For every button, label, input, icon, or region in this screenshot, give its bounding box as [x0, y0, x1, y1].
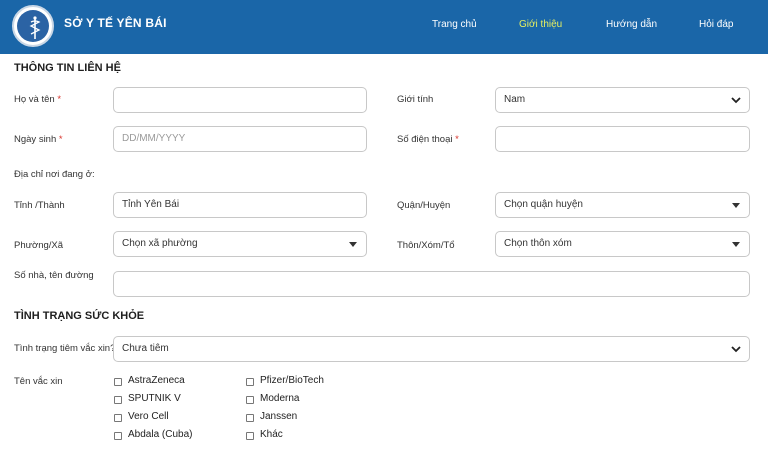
- caduceus-icon: [29, 16, 41, 39]
- caret-down-icon: [732, 242, 740, 247]
- phone-input[interactable]: [495, 126, 750, 152]
- vaccine-checkbox-other[interactable]: [246, 432, 254, 440]
- gender-select-value: Nam: [504, 94, 526, 105]
- vaccination-status-select[interactable]: Chưa tiêm: [113, 336, 750, 362]
- vaccination-status-value: Chưa tiêm: [122, 343, 169, 354]
- dob-input[interactable]: DD/MM/YYYY: [113, 126, 367, 152]
- vaccine-option-label: SPUTNIK V: [128, 393, 181, 404]
- chevron-down-icon: [731, 346, 741, 353]
- vaccine-checkbox-abdala[interactable]: [114, 432, 122, 440]
- full-name-input[interactable]: [113, 87, 367, 113]
- street-input[interactable]: [113, 271, 750, 297]
- vaccine-checkbox-sputnik[interactable]: [114, 396, 122, 404]
- health-department-logo[interactable]: [12, 5, 54, 47]
- nav-home[interactable]: Trang chủ: [432, 19, 477, 30]
- vaccine-checkbox-vero-cell[interactable]: [114, 414, 122, 422]
- district-label: Quận/Huyện: [397, 200, 451, 211]
- vaccine-checkbox-pfizer[interactable]: [246, 378, 254, 386]
- hamlet-label: Thôn/Xóm/Tổ: [397, 240, 455, 251]
- vaccine-option-label: Moderna: [260, 393, 300, 404]
- gender-label: Giới tính: [397, 94, 434, 105]
- vaccine-name-label: Tên vắc xin: [14, 376, 63, 387]
- province-input[interactable]: Tỉnh Yên Bái: [113, 192, 367, 218]
- contact-section-title: THÔNG TIN LIÊN HỆ: [14, 62, 121, 74]
- province-label: Tỉnh /Thành: [14, 200, 65, 211]
- gender-select[interactable]: Nam: [495, 87, 750, 113]
- vaccine-checkbox-astrazeneca[interactable]: [114, 378, 122, 386]
- nav-faq[interactable]: Hỏi đáp: [699, 19, 733, 30]
- health-section-title: TÌNH TRẠNG SỨC KHỎE: [14, 310, 145, 322]
- vaccine-option-label: Khác: [260, 429, 283, 440]
- dob-label: Ngày sinh *: [14, 134, 63, 145]
- hamlet-select[interactable]: Chọn thôn xóm: [495, 231, 750, 257]
- brand-title[interactable]: SỞ Y TẾ YÊN BÁI: [64, 16, 167, 30]
- vaccine-option-label: Janssen: [260, 411, 298, 422]
- ward-select[interactable]: Chọn xã phường: [113, 231, 367, 257]
- vaccine-option-label: Vero Cell: [128, 411, 169, 422]
- full-name-label: Họ và tên *: [14, 94, 62, 105]
- district-select-value: Chọn quận huyện: [504, 199, 583, 210]
- phone-label: Số điện thoại *: [397, 134, 459, 145]
- address-heading: Địa chỉ nơi đang ở:: [14, 169, 95, 180]
- vaccine-option-label: AstraZeneca: [128, 375, 185, 386]
- ward-label: Phường/Xã: [14, 240, 64, 251]
- caret-down-icon: [732, 203, 740, 208]
- nav-about[interactable]: Giới thiệu: [519, 19, 562, 30]
- vaccine-option-label: Pfizer/BioTech: [260, 375, 324, 386]
- caret-down-icon: [349, 242, 357, 247]
- hamlet-select-value: Chọn thôn xóm: [504, 238, 572, 249]
- ward-select-value: Chọn xã phường: [122, 238, 198, 249]
- top-header: SỞ Y TẾ YÊN BÁI Trang chủ Giới thiệu Hướ…: [0, 0, 768, 54]
- district-select[interactable]: Chọn quận huyện: [495, 192, 750, 218]
- vaccine-option-label: Abdala (Cuba): [128, 429, 193, 440]
- street-label: Số nhà, tên đường: [14, 270, 94, 281]
- chevron-down-icon: [731, 97, 741, 104]
- vaccine-checkbox-moderna[interactable]: [246, 396, 254, 404]
- vaccine-checkbox-janssen[interactable]: [246, 414, 254, 422]
- vaccination-status-label: Tình trạng tiêm vắc xin?: [14, 343, 116, 354]
- nav-guide[interactable]: Hướng dẫn: [606, 19, 657, 30]
